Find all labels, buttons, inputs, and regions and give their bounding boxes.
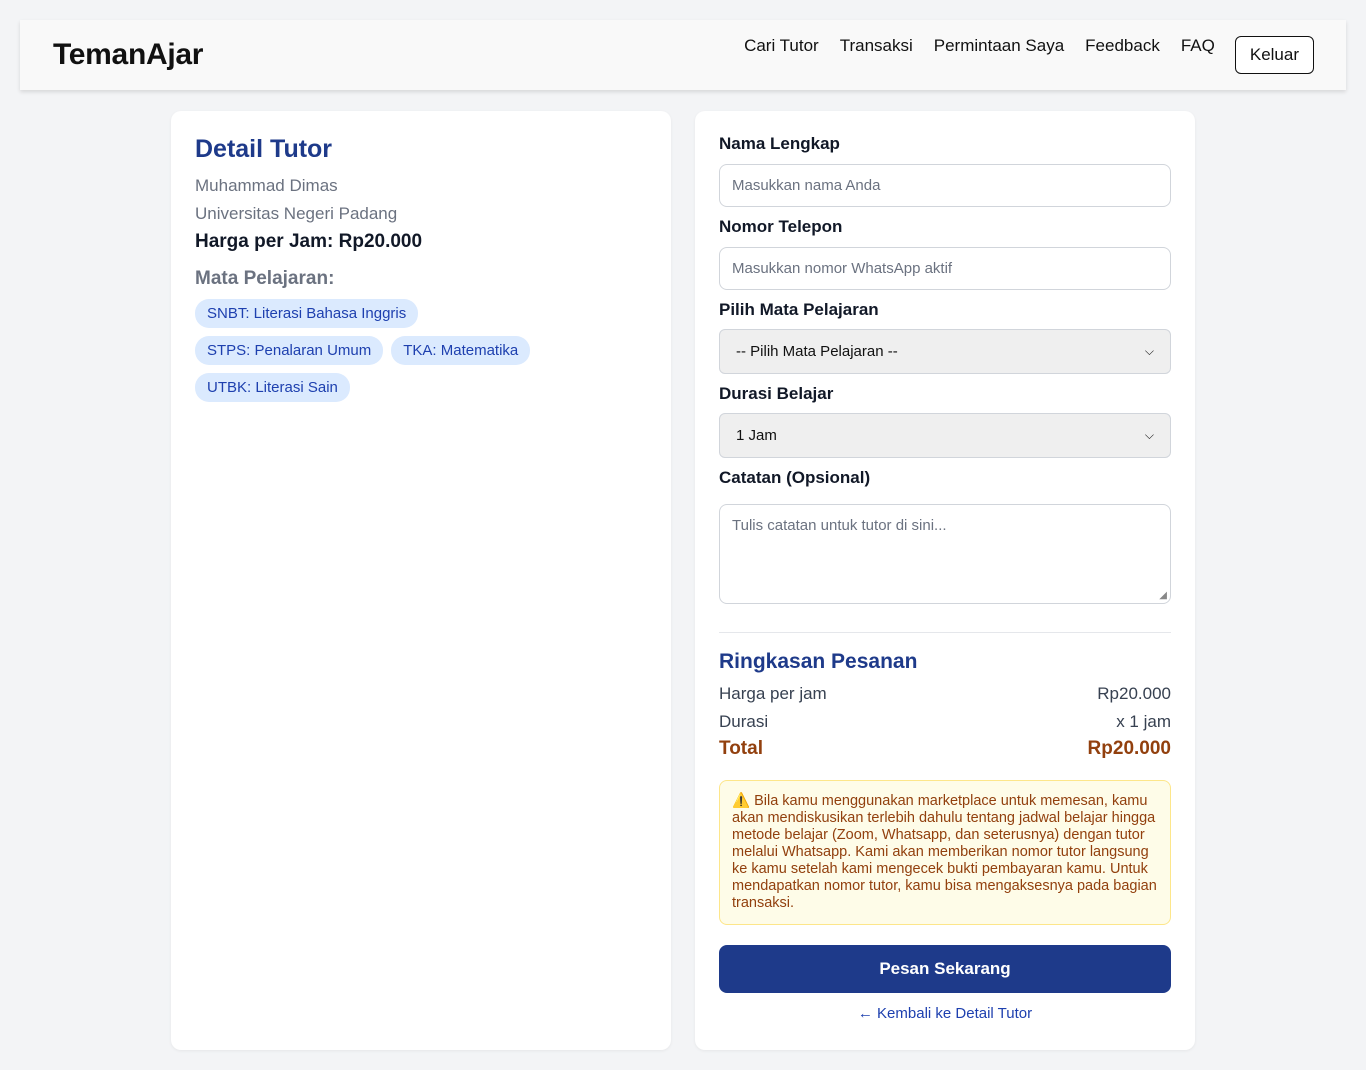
logout-button[interactable]: Keluar [1234,36,1314,74]
notes-textarea[interactable]: Tulis catatan untuk tutor di sini... ◢ [719,504,1171,604]
booking-form-card: Nama Lengkap Masukkan nama Anda Nomor Te… [695,111,1195,1050]
nav-link-feedback[interactable]: Feedback [1085,36,1160,56]
resize-grip-icon[interactable]: ◢ [1159,590,1167,601]
tutor-detail-card: Detail Tutor Muhammad Dimas Universitas … [171,111,671,1050]
phone-input[interactable]: Masukkan nomor WhatsApp aktif [719,247,1171,290]
subject-selected: -- Pilih Mata Pelajaran -- [736,343,898,360]
nav-link-permintaan-saya[interactable]: Permintaan Saya [934,36,1064,56]
notes-placeholder: Tulis catatan untuk tutor di sini... [732,517,947,534]
summary-row-total: Total Rp20.000 [719,738,1171,760]
subject-tag: SNBT: Literasi Bahasa Inggris [195,299,419,328]
warning-icon: ⚠️ [732,793,751,809]
chevron-down-icon: ⌵ [1144,428,1154,442]
back-to-detail-link[interactable]: ← Kembali ke Detail Tutor [719,1005,1171,1022]
total-value: Rp20.000 [1087,738,1171,759]
nav-links: Cari Tutor Transaksi Permintaan Saya Fee… [744,36,1314,74]
subject-tag: STPS: Penalaran Umum [195,336,384,365]
divider [719,632,1171,633]
brand-logo[interactable]: TemanAjar [53,38,203,72]
warning-text: Bila kamu menggunakan marketplace untuk … [732,793,1157,911]
summary-row-price: Harga per jam Rp20.000 [719,684,1171,704]
tutor-price: Harga per Jam: Rp20.000 [195,231,423,252]
subject-tag: UTBK: Literasi Sain [195,373,350,402]
submit-order-button[interactable]: Pesan Sekarang [719,945,1171,993]
subjects-title: Mata Pelajaran: [195,268,335,289]
summary-title: Ringkasan Pesanan [719,650,918,673]
phone-label: Nomor Telepon [719,217,843,236]
phone-placeholder: Masukkan nomor WhatsApp aktif [732,260,953,277]
navbar: TemanAjar Cari Tutor Transaksi Permintaa… [20,20,1346,90]
subject-select[interactable]: -- Pilih Mata Pelajaran -- ⌵ [719,329,1171,374]
price-value: Rp20.000 [1097,684,1171,703]
summary-row-duration: Durasi x 1 jam [719,712,1171,732]
nav-link-cari-tutor[interactable]: Cari Tutor [744,36,819,56]
name-placeholder: Masukkan nama Anda [732,177,881,194]
subject-label: Pilih Mata Pelajaran [719,300,879,319]
subject-tag: TKA: Matematika [391,336,531,365]
duration-summary-label: Durasi [719,712,769,731]
chevron-down-icon: ⌵ [1144,344,1154,358]
duration-select[interactable]: 1 Jam ⌵ [719,413,1171,458]
tutor-university: Universitas Negeri Padang [195,204,398,223]
notes-label: Catatan (Opsional) [719,468,871,487]
duration-label: Durasi Belajar [719,384,834,403]
detail-title: Detail Tutor [195,135,333,163]
tutor-name: Muhammad Dimas [195,176,338,195]
duration-summary-value: x 1 jam [1116,712,1171,731]
name-input[interactable]: Masukkan nama Anda [719,164,1171,207]
price-label: Harga per jam [719,684,827,703]
subject-tags: SNBT: Literasi Bahasa Inggris STPS: Pena… [195,299,615,410]
name-label: Nama Lengkap [719,134,840,153]
nav-link-transaksi[interactable]: Transaksi [840,36,913,56]
warning-notice: ⚠️ Bila kamu menggunakan marketplace unt… [719,780,1171,925]
total-label: Total [719,738,763,759]
duration-selected: 1 Jam [736,427,777,444]
nav-link-faq[interactable]: FAQ [1181,36,1215,56]
